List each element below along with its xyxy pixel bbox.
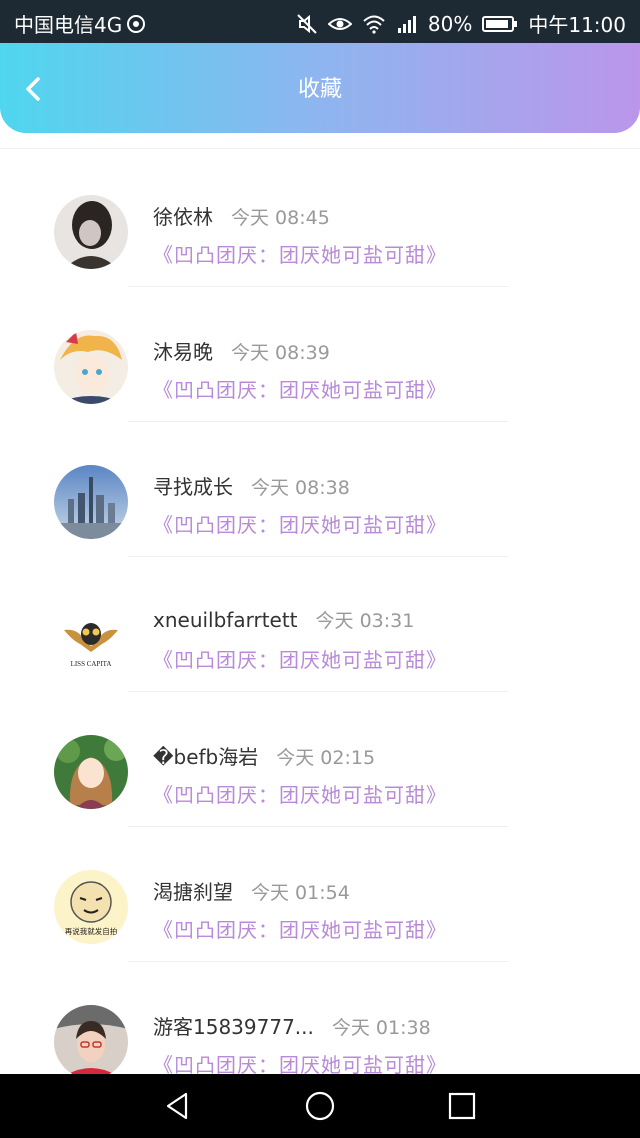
album-link[interactable]: 《凹凸团厌：团厌她可盐可甜》 [153, 239, 447, 268]
user-name[interactable]: 游客15839777... [153, 1011, 314, 1040]
timestamp: 今天 08:45 [231, 207, 330, 229]
status-left: 中国电信4G [14, 9, 146, 38]
avatar[interactable] [54, 195, 128, 269]
battery-percent: 80% [427, 11, 473, 36]
user-name[interactable]: 徐依林 [153, 201, 213, 230]
avatar-meme-text: 再说我就发自拍 [65, 926, 118, 936]
avatar[interactable] [54, 330, 128, 404]
status-right: 80% 中午11:00 [296, 9, 626, 38]
list-item[interactable]: 徐依林 今天 08:45 《凹凸团厌：团厌她可盐可甜》 [0, 149, 640, 287]
timestamp: 今天 08:38 [251, 477, 350, 499]
list-item[interactable]: LISS CAPITA xneuilbfarrtett 今天 03:31 《凹凸… [0, 554, 640, 692]
back-triangle-icon[interactable] [162, 1090, 194, 1122]
avatar[interactable]: 再说我就发自拍 [54, 870, 128, 944]
album-link[interactable]: 《凹凸团厌：团厌她可盐可甜》 [153, 779, 447, 808]
timestamp: 今天 01:54 [251, 882, 350, 904]
avatar[interactable] [54, 465, 128, 539]
avatar[interactable]: LISS CAPITA [54, 600, 128, 674]
header-bar: 收藏 [0, 43, 640, 133]
list-item[interactable]: 游客15839777... 今天 01:38 《凹凸团厌：团厌她可盐可甜》 [0, 959, 640, 1075]
list-item[interactable]: �befb海岩 今天 02:15 《凹凸团厌：团厌她可盐可甜》 [0, 689, 640, 827]
battery-icon [482, 15, 518, 32]
page-title: 收藏 [297, 77, 342, 102]
timestamp: 今天 03:31 [315, 610, 415, 632]
list-item[interactable]: 寻找成长 今天 08:38 《凹凸团厌：团厌她可盐可甜》 [0, 419, 640, 557]
user-name[interactable]: 沐易晚 [153, 336, 213, 365]
timestamp: 今天 02:15 [276, 747, 376, 769]
wifi-icon [363, 15, 385, 34]
avatar-logo-text: LISS CAPITA [71, 660, 112, 668]
carrier-label: 中国电信4G [14, 13, 123, 37]
album-link[interactable]: 《凹凸团厌：团厌她可盐可甜》 [153, 914, 447, 943]
system-nav-bar [0, 1074, 640, 1138]
mute-icon [297, 13, 317, 34]
hd-icon [127, 14, 146, 33]
album-link[interactable]: 《凹凸团厌：团厌她可盐可甜》 [153, 1049, 447, 1075]
list-item[interactable]: 沐易晚 今天 08:39 《凹凸团厌：团厌她可盐可甜》 [0, 284, 640, 422]
album-link[interactable]: 《凹凸团厌：团厌她可盐可甜》 [153, 644, 447, 673]
avatar[interactable] [54, 1005, 128, 1075]
list-item[interactable]: 再说我就发自拍 渴搪刹望 今天 01:54 《凹凸团厌：团厌她可盐可甜》 [0, 824, 640, 962]
status-bar: 中国电信4G 80% 中午11:00 [0, 0, 640, 43]
eye-icon [327, 17, 352, 30]
user-name[interactable]: 渴搪刹望 [153, 876, 233, 905]
home-circle-icon[interactable] [304, 1090, 336, 1122]
clock: 中午11:00 [528, 13, 626, 37]
user-name[interactable]: �befb海岩 [153, 741, 258, 770]
recents-square-icon[interactable] [446, 1090, 478, 1122]
favorites-list: 徐依林 今天 08:45 《凹凸团厌：团厌她可盐可甜》 沐易晚 今天 08:39… [0, 148, 640, 1075]
user-name[interactable]: xneuilbfarrtett [153, 608, 298, 632]
signal-icon [397, 15, 416, 33]
user-name[interactable]: 寻找成长 [153, 471, 233, 500]
timestamp: 今天 08:39 [231, 342, 330, 364]
timestamp: 今天 01:38 [331, 1017, 431, 1039]
avatar[interactable] [54, 735, 128, 809]
album-link[interactable]: 《凹凸团厌：团厌她可盐可甜》 [153, 374, 447, 403]
album-link[interactable]: 《凹凸团厌：团厌她可盐可甜》 [153, 509, 447, 538]
